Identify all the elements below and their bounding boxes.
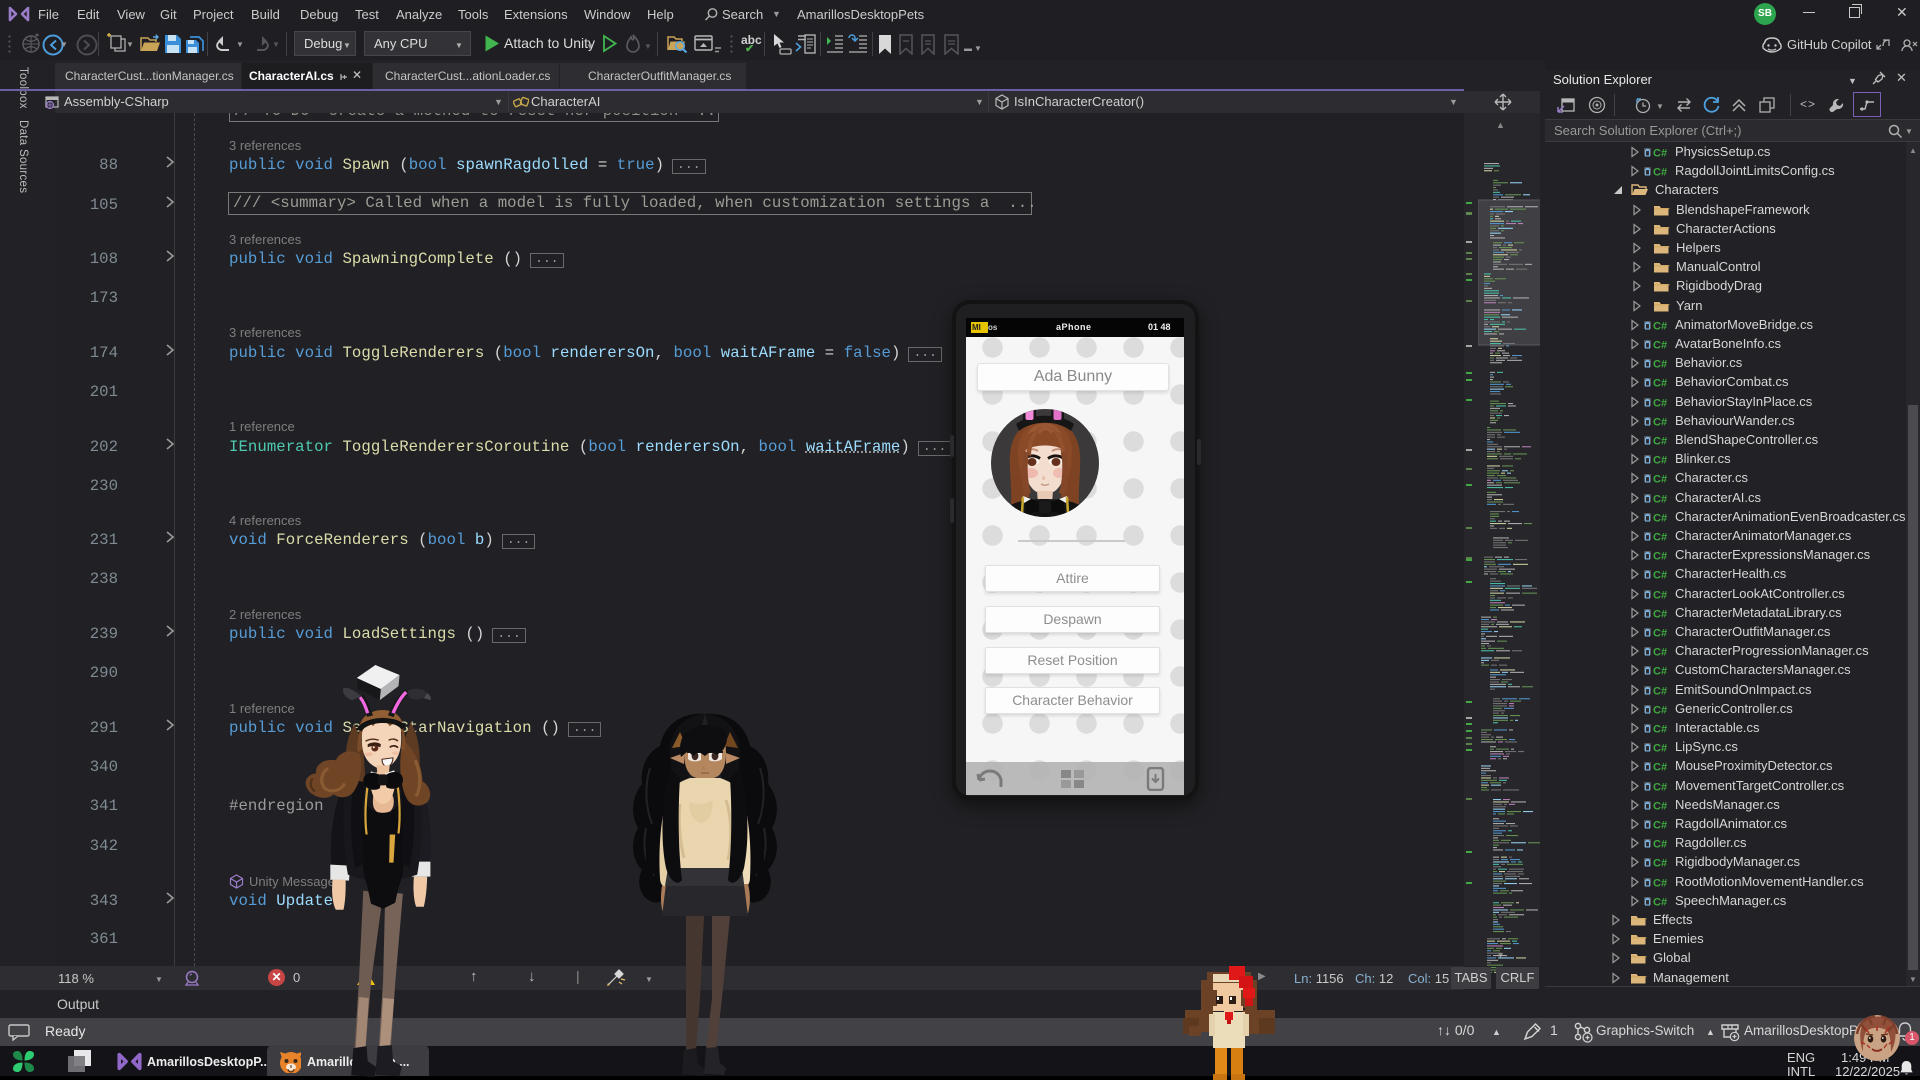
svg-text:C#: C#: [1653, 839, 1667, 851]
svg-text:C#: C#: [1653, 378, 1667, 390]
svg-text:C#: C#: [1653, 167, 1667, 179]
svg-text:C#: C#: [1653, 896, 1667, 908]
svg-text:C#: C#: [1653, 762, 1667, 774]
svg-text:C#: C#: [1653, 800, 1667, 812]
svg-text:C#: C#: [1653, 820, 1667, 832]
svg-text:C#: C#: [1653, 148, 1667, 160]
svg-text:C#: C#: [1653, 724, 1667, 736]
svg-text:C#: C#: [1653, 455, 1667, 467]
svg-text:C#: C#: [1653, 666, 1667, 678]
svg-text:C#: C#: [1653, 436, 1667, 448]
svg-text:C#: C#: [1653, 474, 1667, 486]
svg-text:C#: C#: [1653, 397, 1667, 409]
svg-text:C#: C#: [1653, 877, 1667, 889]
svg-text:C#: C#: [1653, 570, 1667, 582]
svg-text:C#: C#: [1653, 493, 1667, 505]
svg-text:C#: C#: [1653, 512, 1667, 524]
svg-text:C#: C#: [1653, 532, 1667, 544]
svg-text:C#: C#: [1653, 781, 1667, 793]
svg-text:C#: C#: [1653, 685, 1667, 697]
svg-text:C#: C#: [1653, 589, 1667, 601]
svg-text:C#: C#: [1653, 628, 1667, 640]
svg-text:C#: C#: [1653, 704, 1667, 716]
svg-text:C#: C#: [1653, 359, 1667, 371]
svg-text:C#: C#: [1653, 320, 1667, 332]
svg-text:C#: C#: [1653, 858, 1667, 870]
svg-text:C#: C#: [1653, 608, 1667, 620]
svg-text:C#: C#: [1653, 416, 1667, 428]
svg-text:C#: C#: [1653, 551, 1667, 563]
svg-text:C#: C#: [1653, 647, 1667, 659]
svg-text:C#: C#: [1653, 340, 1667, 352]
svg-text:C#: C#: [1653, 743, 1667, 755]
